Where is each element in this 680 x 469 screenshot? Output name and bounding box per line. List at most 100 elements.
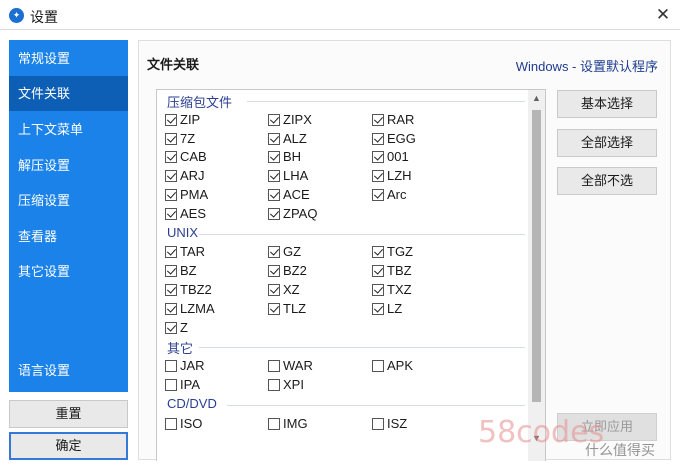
checked-checkbox[interactable]: [372, 151, 384, 164]
file-type-label: XPI: [283, 377, 304, 392]
checked-checkbox[interactable]: [165, 170, 177, 183]
sidebar-item-5[interactable]: 查看器: [9, 219, 128, 254]
close-icon[interactable]: ✕: [652, 4, 674, 26]
checked-checkbox[interactable]: [372, 265, 384, 278]
file-type-label: ZIPX: [283, 111, 312, 127]
file-type-label: TBZ: [387, 263, 412, 279]
windows-default-programs-link[interactable]: Windows - 设置默认程序: [516, 56, 658, 75]
checked-checkbox[interactable]: [268, 113, 280, 126]
group-divider: [227, 404, 525, 406]
sidebar-item-6[interactable]: 其它设置: [9, 254, 128, 289]
checked-checkbox[interactable]: [268, 170, 280, 183]
unchecked-checkbox[interactable]: [165, 360, 177, 373]
sidebar-item-1[interactable]: 文件关联: [9, 76, 128, 111]
app-logo-icon: ✦: [9, 8, 24, 23]
checked-checkbox[interactable]: [268, 151, 280, 164]
panel-title: 文件关联: [147, 57, 200, 72]
basic-select-button[interactable]: 基本选择: [557, 90, 657, 118]
checked-checkbox[interactable]: [268, 284, 280, 296]
group-divider: [247, 101, 525, 102]
checked-checkbox[interactable]: [165, 151, 177, 164]
sidebar: 常规设置 文件关联 上下文菜单 解压设置 压缩设置 查看器 其它设置语言设置: [9, 40, 128, 392]
reset-button[interactable]: 重置: [9, 400, 128, 428]
group-label: 压缩包文件: [167, 95, 233, 110]
group-divider: [199, 233, 525, 235]
sidebar-item-3[interactable]: 解压设置: [9, 148, 128, 183]
file-type-label: ZIP: [180, 111, 201, 127]
sidebar-item-4[interactable]: 压缩设置: [9, 183, 128, 218]
file-type-label: ARJ: [180, 168, 205, 184]
checked-checkbox[interactable]: [372, 246, 384, 259]
checked-checkbox[interactable]: [268, 265, 280, 278]
checked-checkbox[interactable]: [165, 113, 177, 126]
file-type-label: ACE: [283, 187, 310, 202]
file-type-label: APK: [387, 358, 414, 374]
file-type-label: RAR: [387, 111, 415, 127]
scrollbar[interactable]: ▲ ▼: [528, 90, 545, 461]
unchecked-checkbox[interactable]: [268, 360, 280, 373]
file-type-label: LHA: [283, 168, 309, 184]
file-type-list: ▲ ▼ 压缩包文件 ZIP ZIPX RAR 7Z ALZ EGG CAB BH 001 ARJ LH…: [156, 89, 546, 461]
file-type-label: Z: [180, 319, 188, 335]
unchecked-checkbox[interactable]: [268, 417, 280, 430]
unchecked-checkbox[interactable]: [372, 360, 384, 373]
ok-button[interactable]: 确定: [9, 432, 128, 460]
checked-checkbox[interactable]: [268, 246, 280, 259]
unchecked-checkbox[interactable]: [165, 417, 177, 430]
checked-checkbox[interactable]: [372, 132, 384, 145]
file-type-label: BZ2: [283, 263, 307, 279]
checked-checkbox[interactable]: [372, 302, 384, 315]
sidebar-item-0[interactable]: 常规设置: [9, 41, 128, 76]
scroll-thumb[interactable]: [532, 110, 541, 402]
file-type-label: TXZ: [387, 282, 412, 297]
sidebar-item-2[interactable]: 上下文菜单: [9, 112, 128, 147]
file-type-label: BZ: [180, 263, 197, 279]
checked-checkbox[interactable]: [165, 189, 177, 201]
checked-checkbox[interactable]: [372, 284, 384, 296]
file-type-label: JAR: [180, 358, 205, 374]
file-type-label: WAR: [283, 358, 313, 374]
checked-checkbox[interactable]: [165, 265, 177, 278]
file-type-label: TBZ2: [180, 282, 212, 297]
checked-checkbox[interactable]: [268, 189, 280, 201]
group-label: CD/DVD: [167, 395, 217, 411]
sidebar-item-language[interactable]: 语言设置: [9, 353, 128, 388]
checked-checkbox[interactable]: [372, 170, 384, 183]
file-type-label: 7Z: [180, 130, 196, 146]
unchecked-checkbox[interactable]: [268, 379, 280, 391]
checked-checkbox[interactable]: [165, 246, 177, 259]
unchecked-checkbox[interactable]: [165, 379, 177, 391]
file-type-label: AES: [180, 205, 207, 221]
file-type-label: CAB: [180, 149, 207, 165]
select-none-button[interactable]: 全部不选: [557, 167, 657, 195]
file-type-label: BH: [283, 149, 302, 165]
checked-checkbox[interactable]: [165, 321, 177, 334]
checked-checkbox[interactable]: [165, 207, 177, 220]
file-association-panel: 文件关联 Windows - 设置默认程序 ▲ ▼ 压缩包文件 ZIP ZIPX RA…: [138, 40, 671, 461]
select-all-button[interactable]: 全部选择: [557, 129, 657, 157]
file-type-label: ZPAQ: [283, 205, 318, 221]
checked-checkbox[interactable]: [372, 189, 384, 201]
file-type-label: ISO: [180, 415, 203, 431]
checked-checkbox[interactable]: [268, 302, 280, 315]
checked-checkbox[interactable]: [165, 132, 177, 145]
scroll-up-icon[interactable]: ▲: [528, 90, 545, 106]
file-type-label: ALZ: [283, 130, 307, 146]
file-type-label: GZ: [283, 244, 302, 260]
file-type-label: TAR: [180, 244, 206, 260]
checked-checkbox[interactable]: [165, 302, 177, 315]
file-type-label: XZ: [283, 282, 300, 297]
title-bar: ✦ 设置 ✕: [0, 0, 680, 30]
unchecked-checkbox[interactable]: [372, 417, 384, 430]
checked-checkbox[interactable]: [268, 207, 280, 220]
watermark-sub-text: 什么值得买: [585, 442, 655, 458]
file-type-label: LZ: [387, 300, 403, 316]
file-type-label: TLZ: [283, 300, 307, 316]
file-type-label: PMA: [180, 187, 209, 202]
checked-checkbox[interactable]: [165, 284, 177, 296]
group-divider: [199, 347, 525, 349]
file-type-label: Arc: [387, 187, 407, 202]
file-type-label: ISZ: [387, 415, 408, 431]
checked-checkbox[interactable]: [268, 132, 280, 145]
checked-checkbox[interactable]: [372, 113, 384, 126]
